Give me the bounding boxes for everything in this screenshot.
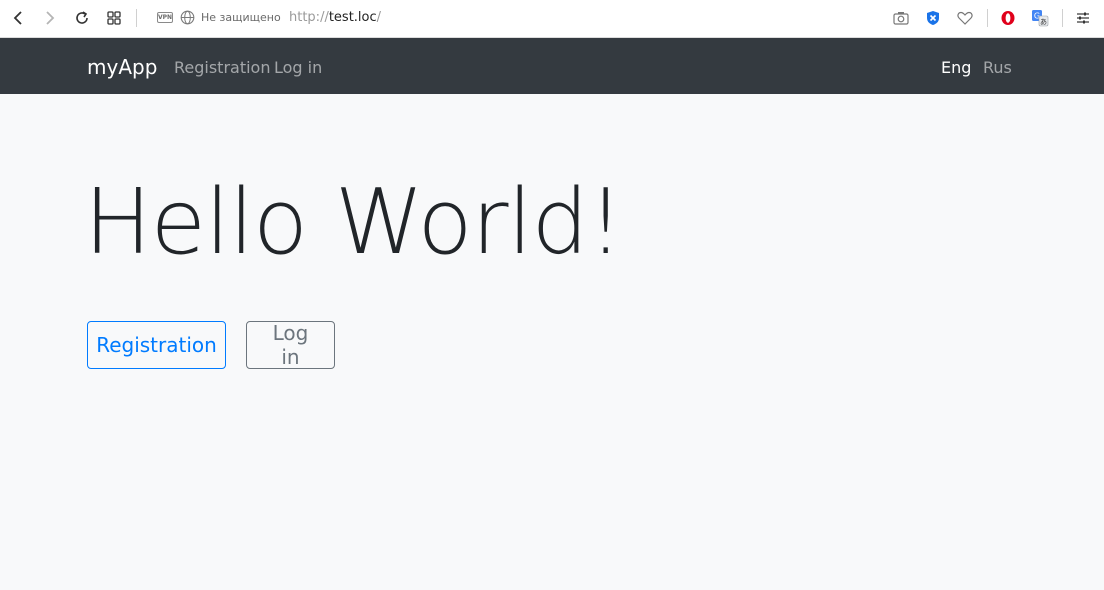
shield-icon[interactable] xyxy=(922,7,944,29)
brand-link[interactable]: myApp xyxy=(87,55,157,79)
camera-icon[interactable] xyxy=(890,7,912,29)
lang-link-eng[interactable]: Eng xyxy=(941,58,971,77)
page-title: Hello World! xyxy=(84,170,624,275)
toolbar-divider xyxy=(987,9,988,27)
vpn-icon[interactable]: VPN xyxy=(157,12,173,23)
toolbar-divider xyxy=(136,9,137,27)
browser-toolbar: VPN Не защищено http://test.loc/ Gあ xyxy=(0,0,1104,38)
opera-icon[interactable] xyxy=(997,7,1019,29)
nav-link-login[interactable]: Log in xyxy=(274,58,322,77)
registration-button[interactable]: Registration xyxy=(87,321,226,369)
reload-icon[interactable] xyxy=(71,7,93,29)
back-arrow-icon[interactable] xyxy=(7,7,29,29)
address-bar[interactable]: http://test.loc/ xyxy=(289,10,381,25)
heart-icon[interactable] xyxy=(954,7,976,29)
globe-icon[interactable] xyxy=(180,10,195,30)
settings-sliders-icon[interactable] xyxy=(1072,7,1094,29)
translate-icon[interactable]: Gあ xyxy=(1029,7,1051,29)
toolbar-divider xyxy=(1062,9,1063,27)
tabs-grid-icon[interactable] xyxy=(103,7,125,29)
url-host: test.loc xyxy=(328,10,377,25)
url-suffix: / xyxy=(376,10,382,25)
login-button[interactable]: Log in xyxy=(246,321,335,369)
svg-text:あ: あ xyxy=(1040,18,1047,26)
lang-link-rus[interactable]: Rus xyxy=(983,58,1012,77)
url-scheme: http:// xyxy=(289,10,329,25)
security-status[interactable]: Не защищено xyxy=(201,11,281,24)
nav-link-registration[interactable]: Registration xyxy=(174,58,270,77)
app-navbar: myApp Registration Log in Eng Rus xyxy=(0,38,1104,94)
forward-arrow-icon[interactable] xyxy=(39,7,61,29)
